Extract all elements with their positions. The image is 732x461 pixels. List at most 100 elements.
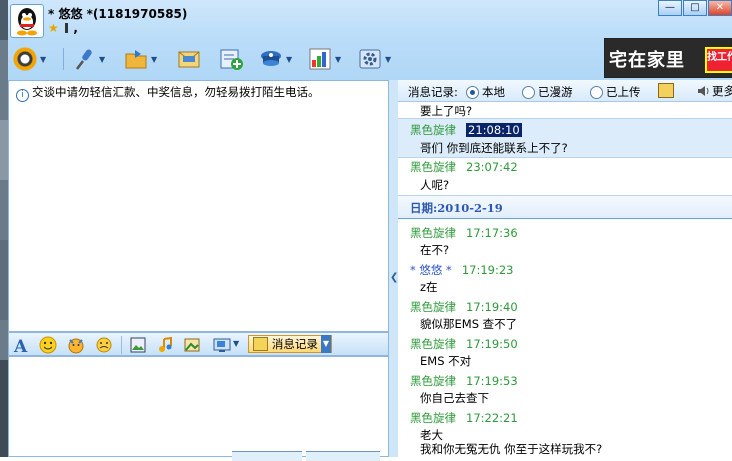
message-history-button[interactable]: 消息记录 ▼ — [248, 335, 332, 353]
message-text: z在 — [420, 280, 438, 294]
sender-name: 黑色旋律 — [410, 337, 456, 351]
music-icon[interactable] — [157, 336, 175, 354]
radio-unselected-icon — [522, 85, 535, 99]
message-time: 17:19:50 — [466, 337, 518, 351]
message-header: * 悠悠 * 17:19:23 — [410, 262, 513, 278]
message-history-label: 消息记录 — [271, 337, 318, 351]
magic-emoticon-icon[interactable] — [67, 336, 85, 354]
message-time: 21:08:10 — [466, 123, 522, 137]
message-text: 你自己去查下 — [420, 391, 489, 405]
speaker-icon — [698, 86, 709, 96]
close-button[interactable]: ✕ — [708, 0, 732, 16]
font-icon[interactable]: A — [13, 336, 31, 357]
video-call-button[interactable]: ▼ — [12, 44, 48, 74]
sender-name: 黑色旋律 — [410, 300, 456, 314]
shake-icon[interactable] — [95, 336, 113, 354]
chevron-down-icon[interactable]: ▼ — [335, 55, 343, 64]
export-history-icon[interactable] — [658, 83, 674, 98]
chevron-down-icon[interactable]: ▼ — [99, 55, 107, 64]
chat-display-area[interactable] — [8, 80, 389, 332]
more-label: 更多 — [712, 84, 732, 98]
send-button[interactable] — [306, 451, 380, 461]
app-icon — [258, 46, 284, 72]
voice-call-button[interactable]: ▼ — [71, 44, 107, 74]
color-theme-button[interactable]: ▼ — [307, 44, 343, 74]
image-icon[interactable] — [183, 336, 201, 354]
sender-name: 黑色旋律 — [410, 226, 456, 240]
message-text: EMS 不对 — [420, 354, 472, 368]
radio-uploaded-label: 已上传 — [606, 85, 641, 99]
emoticon-icon[interactable] — [39, 336, 57, 354]
video-call-icon — [12, 46, 38, 72]
app-button[interactable]: ▼ — [258, 44, 294, 74]
radio-roamed-label: 已漫游 — [538, 85, 573, 99]
send-message-button[interactable] — [176, 44, 202, 74]
screenshot-icon[interactable] — [129, 336, 147, 354]
maximize-button[interactable]: □ — [683, 0, 707, 16]
message-time: 17:19:23 — [461, 263, 514, 277]
envelope-icon — [176, 46, 202, 72]
svg-text:A: A — [13, 337, 28, 354]
chevron-down-icon[interactable]: ▼ — [286, 55, 294, 64]
message-header: 黑色旋律 17:17:36 — [410, 225, 518, 241]
window-title: * 悠悠 *(1181970585) — [48, 7, 188, 21]
title-subline: ★ , — [48, 21, 78, 37]
radio-local[interactable]: 本地 — [466, 84, 505, 100]
desktop-edge — [0, 0, 8, 457]
more-button[interactable]: 更多 — [696, 83, 732, 99]
voice-call-icon — [71, 46, 97, 72]
message-header: 黑色旋律 17:19:53 — [410, 373, 518, 389]
date-header: 日期:2010-2-19 — [398, 195, 732, 219]
security-notice: i 交谈中请勿轻信汇款、中奖信息，勿轻易拨打陌生电话。 — [16, 84, 320, 102]
chevron-down-icon[interactable]: ▼ — [385, 55, 393, 64]
message-header: 黑色旋律 17:19:50 — [410, 336, 518, 352]
message-time: 17:19:40 — [466, 300, 518, 314]
close-chat-button[interactable] — [232, 451, 302, 461]
contact-avatar[interactable] — [10, 4, 44, 38]
history-label: 消息记录: — [408, 85, 458, 99]
separator — [63, 48, 64, 70]
chevron-down-icon[interactable]: ▼ — [40, 55, 48, 64]
message-text: 在不? — [420, 243, 450, 257]
message-text: 我和你无冤无仇 你至于这样玩我不? — [420, 442, 603, 456]
add-contact-icon — [218, 46, 244, 72]
radio-uploaded[interactable]: 已上传 — [590, 84, 641, 100]
signature-text: , — [73, 21, 78, 35]
message-time: 23:07:42 — [466, 160, 518, 174]
security-notice-text: 交谈中请勿轻信汇款、中奖信息，勿轻易拨打陌生电话。 — [32, 85, 320, 99]
sender-name: 黑色旋律 — [410, 160, 456, 174]
history-toolbar: 消息记录: 本地 已漫游 已上传 更多 — [398, 80, 732, 102]
sender-name: 黑色旋律 — [410, 411, 456, 425]
banner-text: 宅在家里 — [609, 50, 685, 71]
add-contact-button[interactable] — [218, 44, 244, 74]
message-text: 貌似那EMS 查不了 — [420, 317, 518, 331]
pane-splitter[interactable]: ❮ — [389, 80, 398, 457]
chevron-down-icon[interactable]: ▼ — [151, 55, 159, 64]
message-time: 17:17:36 — [466, 226, 518, 240]
message-text: 人呢? — [420, 178, 450, 192]
minimize-button[interactable]: — — [658, 0, 682, 16]
date-label: 日期:2010-2-19 — [410, 201, 503, 215]
ad-banner[interactable]: 宅在家里 找工作 — [604, 38, 732, 78]
banner-badge: 找工作 — [705, 47, 732, 73]
message-header: 黑色旋律 21:08:10 — [410, 122, 522, 138]
star-icon: ★ — [48, 21, 59, 35]
color-theme-icon — [307, 46, 333, 72]
message-time: 17:22:21 — [466, 411, 518, 425]
radio-unselected-icon — [590, 85, 603, 99]
sender-name: * 悠悠 * — [410, 263, 452, 277]
send-file-button[interactable]: ▼ — [123, 44, 159, 74]
note-icon — [64, 23, 68, 33]
message-history-list[interactable]: 要上了吗? 黑色旋律 21:08:10 哥们 你到底还能联系上不了? 黑色旋律 23… — [398, 102, 732, 457]
radio-roamed[interactable]: 已漫游 — [522, 84, 573, 100]
settings-button[interactable]: ▼ — [357, 44, 393, 74]
separator — [121, 336, 122, 354]
sender-name: 黑色旋律 — [410, 374, 456, 388]
send-file-icon — [123, 46, 149, 72]
message-header: 黑色旋律 17:19:40 — [410, 299, 518, 315]
info-icon: i — [16, 89, 29, 102]
screen-capture-icon[interactable] — [213, 336, 231, 354]
chevron-down-icon[interactable]: ▼ — [320, 335, 331, 353]
message-input[interactable] — [8, 356, 389, 457]
settings-icon — [357, 46, 383, 72]
